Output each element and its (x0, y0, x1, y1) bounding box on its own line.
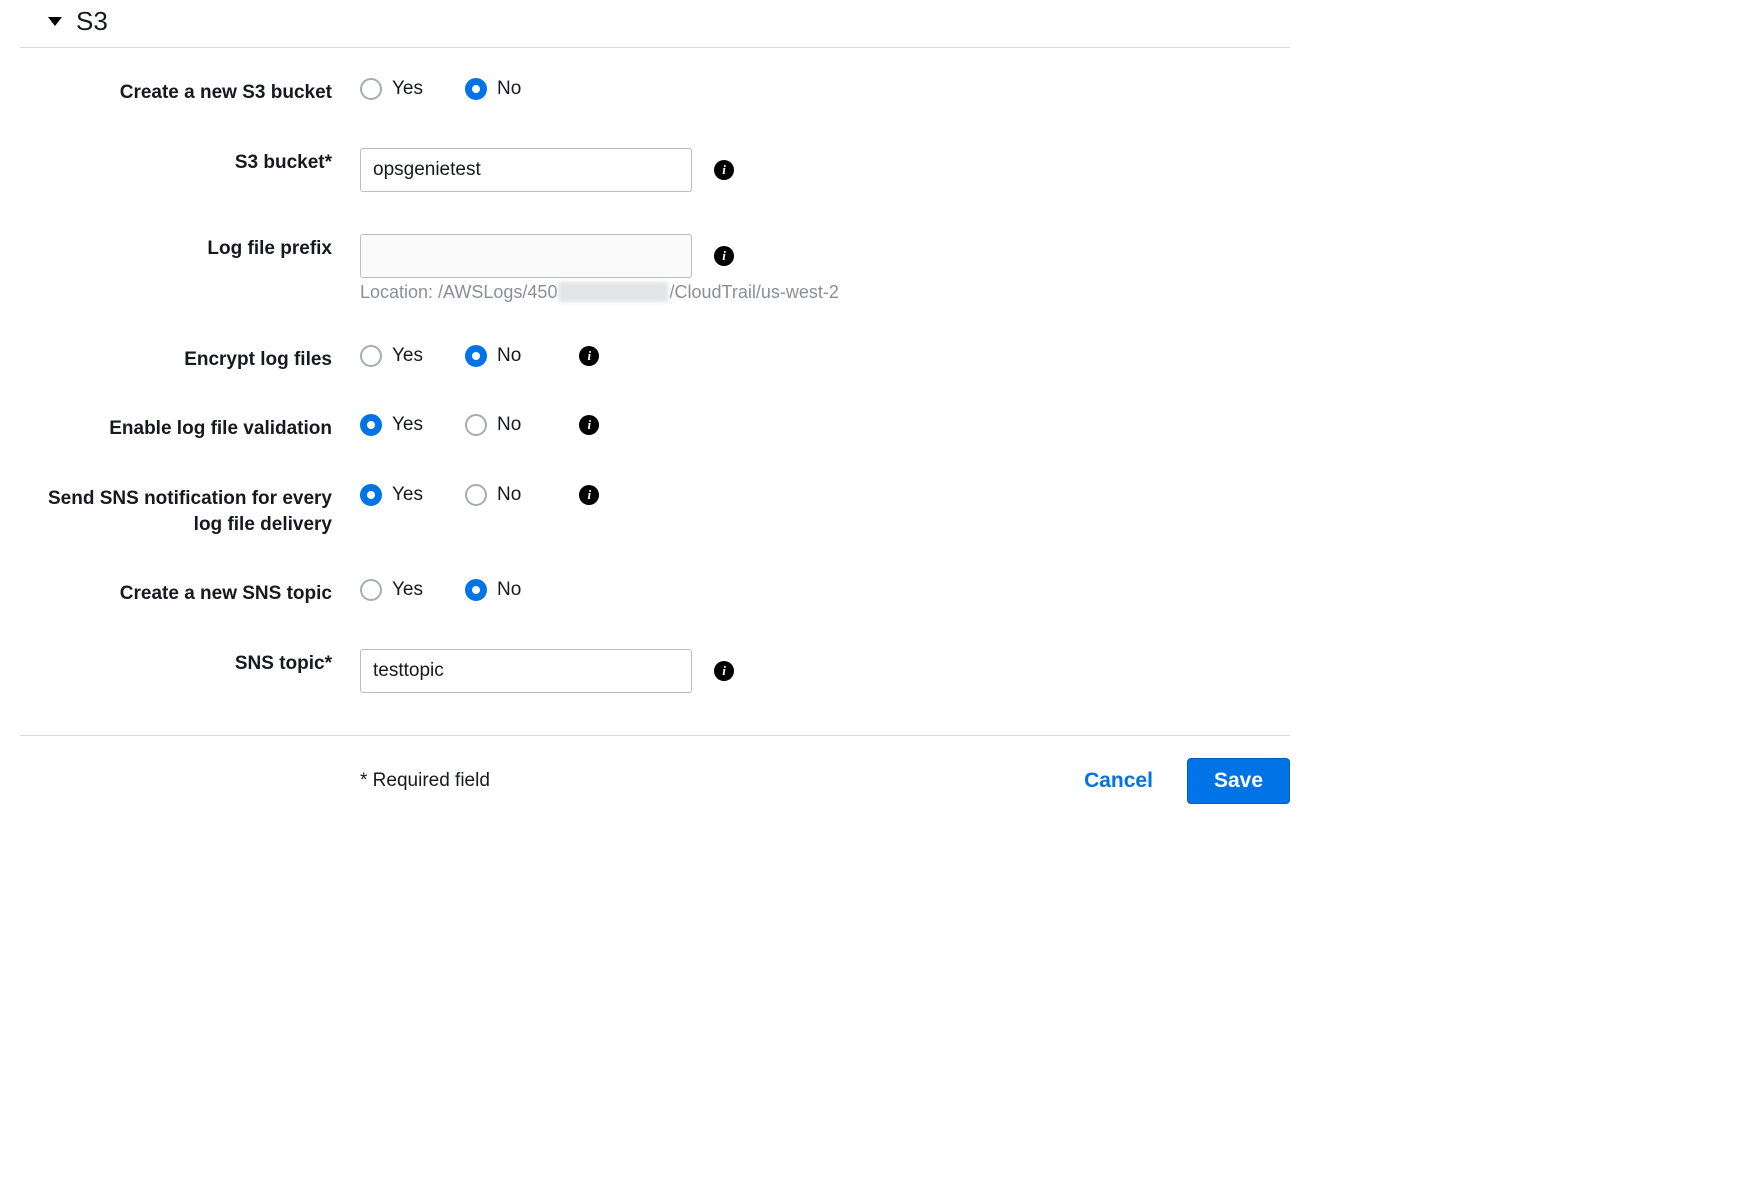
radio-label-yes: Yes (392, 414, 423, 436)
radio-create-topic-yes[interactable]: Yes (360, 579, 423, 601)
label-log-prefix: Log file prefix (20, 234, 360, 262)
label-sns-topic: SNS topic* (20, 649, 360, 677)
radio-create-bucket-no[interactable]: No (465, 78, 521, 100)
redacted-icon (558, 282, 668, 302)
cancel-button[interactable]: Cancel (1076, 761, 1161, 801)
radio-group-validation: Yes No (360, 414, 521, 436)
radio-label-no: No (497, 579, 521, 601)
label-encrypt: Encrypt log files (20, 345, 360, 373)
radio-encrypt-no[interactable]: No (465, 345, 521, 367)
log-prefix-input[interactable] (360, 234, 692, 278)
save-button[interactable]: Save (1187, 758, 1290, 804)
radio-create-bucket-yes[interactable]: Yes (360, 78, 423, 100)
s3-bucket-input[interactable] (360, 148, 692, 192)
radio-label-no: No (497, 78, 521, 100)
label-validation: Enable log file validation (20, 414, 360, 442)
radio-label-yes: Yes (392, 484, 423, 506)
radio-group-sns-notify: Yes No (360, 484, 521, 506)
section-title: S3 (76, 6, 108, 37)
radio-label-yes: Yes (392, 345, 423, 367)
footer-bar: * Required field Cancel Save (20, 735, 1290, 804)
radio-label-no: No (497, 345, 521, 367)
label-create-bucket: Create a new S3 bucket (20, 78, 360, 106)
radio-icon (360, 345, 382, 367)
radio-sns-notify-no[interactable]: No (465, 484, 521, 506)
info-icon[interactable]: i (714, 246, 734, 266)
radio-icon (465, 414, 487, 436)
row-log-prefix: Log file prefix i (20, 234, 1290, 278)
row-validation: Enable log file validation Yes No i (20, 414, 1290, 442)
radio-icon (465, 484, 487, 506)
row-sns-topic: SNS topic* i (20, 649, 1290, 693)
row-s3-bucket: S3 bucket* i (20, 148, 1290, 192)
info-icon[interactable]: i (579, 415, 599, 435)
info-icon[interactable]: i (579, 485, 599, 505)
footer-actions: Cancel Save (1076, 758, 1290, 804)
row-create-topic: Create a new SNS topic Yes No (20, 579, 1290, 607)
radio-validation-no[interactable]: No (465, 414, 521, 436)
label-create-topic: Create a new SNS topic (20, 579, 360, 607)
radio-sns-notify-yes[interactable]: Yes (360, 484, 423, 506)
label-s3-bucket: S3 bucket* (20, 148, 360, 176)
radio-label-no: No (497, 414, 521, 436)
required-note: * Required field (360, 770, 490, 792)
radio-validation-yes[interactable]: Yes (360, 414, 423, 436)
radio-label-no: No (497, 484, 521, 506)
radio-icon (465, 345, 487, 367)
section-header-s3[interactable]: S3 (20, 0, 1290, 48)
radio-icon (465, 579, 487, 601)
hint-prefix: Location: /AWSLogs/450 (360, 282, 557, 303)
radio-create-topic-no[interactable]: No (465, 579, 521, 601)
radio-label-yes: Yes (392, 78, 423, 100)
info-icon[interactable]: i (714, 160, 734, 180)
radio-icon (465, 78, 487, 100)
radio-group-encrypt: Yes No (360, 345, 521, 367)
radio-icon (360, 78, 382, 100)
radio-icon (360, 579, 382, 601)
row-create-bucket: Create a new S3 bucket Yes No (20, 78, 1290, 106)
hint-suffix: /CloudTrail/us-west-2 (669, 282, 838, 303)
sns-topic-input[interactable] (360, 649, 692, 693)
caret-down-icon (48, 17, 62, 26)
radio-encrypt-yes[interactable]: Yes (360, 345, 423, 367)
row-sns-notify: Send SNS notification for every log file… (20, 484, 1290, 537)
label-sns-notify: Send SNS notification for every log file… (20, 484, 360, 537)
radio-icon (360, 484, 382, 506)
row-encrypt: Encrypt log files Yes No i (20, 345, 1290, 373)
radio-group-create-bucket: Yes No (360, 78, 521, 100)
log-prefix-hint: Location: /AWSLogs/450 /CloudTrail/us-we… (360, 282, 1290, 303)
radio-icon (360, 414, 382, 436)
radio-label-yes: Yes (392, 579, 423, 601)
info-icon[interactable]: i (579, 346, 599, 366)
radio-group-create-topic: Yes No (360, 579, 521, 601)
info-icon[interactable]: i (714, 661, 734, 681)
